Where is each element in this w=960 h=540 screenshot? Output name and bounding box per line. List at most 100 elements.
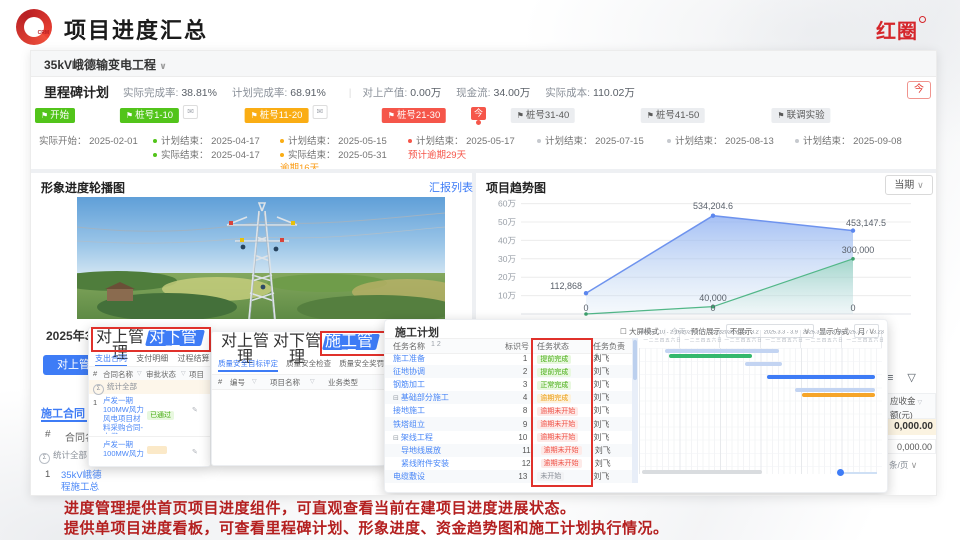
receivable-column-header: 应收金▽ 额(元) <box>886 393 936 419</box>
milestone-badge[interactable]: ⚑桩号21-30 <box>382 108 446 123</box>
task-owner: 刘飞 <box>593 419 632 430</box>
task-name-link[interactable]: 紧线附件安装 <box>385 458 505 469</box>
gantt-bar[interactable] <box>665 349 779 353</box>
subtab-quality-target[interactable]: 质量安全目标评定 <box>218 359 278 372</box>
gantt-bar[interactable] <box>795 388 875 392</box>
winA-row2-contract-link[interactable]: 卢发一期100MW风力 <box>103 440 145 464</box>
milestone-badge[interactable]: ⚑桩号41-50 <box>641 108 705 123</box>
base-row-link[interactable]: 程施工总 <box>61 479 99 493</box>
svg-text:40,000: 40,000 <box>699 293 727 303</box>
milestone-badge[interactable]: ⚑桩号11-20 <box>245 108 309 123</box>
report-list-link[interactable]: 汇报列表 <box>429 179 473 195</box>
milestone-badge-group: ⚑开始 <box>35 105 75 123</box>
zoom-slider-track[interactable] <box>843 472 877 474</box>
task-status: 逾期完成 <box>533 393 593 403</box>
filter-icon[interactable]: ▽ <box>918 400 923 406</box>
task-name-link[interactable]: ⊟架线工程 <box>385 432 501 443</box>
tab-construction-mgmt[interactable]: 施工管理 <box>322 334 380 350</box>
table-row: 征地协调2提前完成刘飞 <box>385 365 632 378</box>
task-owner: 刘飞 <box>593 432 632 443</box>
receivable-total-value: 0,000.00 <box>886 419 936 435</box>
milestone-badge-group: ⚑桩号11-20✉ <box>245 105 328 123</box>
gantt-week-column: 2025.2.10 - 2.16一二三四五六日 <box>639 330 680 348</box>
milestone-badge[interactable]: ⚑联调实验 <box>771 108 830 123</box>
subtab-payment-detail[interactable]: 支付明细 <box>136 354 168 363</box>
subtab-quality-reward[interactable]: 质量安全奖罚 <box>339 359 384 368</box>
filter-icon[interactable]: ▽ <box>252 378 257 385</box>
tab-upper-mgmt[interactable]: 对上管理 <box>95 330 145 346</box>
milestone-stats: 实际完成率: 38.81% 计划完成率: 68.91% | 对上产值: 0.00… <box>123 85 647 100</box>
milestone-badge[interactable]: ⚑开始 <box>35 108 75 123</box>
brand-logo: 红圈 <box>876 15 926 44</box>
task-owner: 刘飞 <box>595 458 632 469</box>
tab-lower-mgmt[interactable]: 对下管理 <box>145 330 205 346</box>
subtab-process-settle[interactable]: 过程结算 <box>177 354 209 363</box>
flag-icon: ⚑ <box>41 111 48 120</box>
task-name-link[interactable]: 接地施工 <box>385 405 501 416</box>
task-name-link[interactable]: ⊟基础部分施工 <box>385 392 501 403</box>
milestone-badge-group: ⚑桩号41-50 <box>641 105 705 123</box>
mail-icon[interactable]: ✉ <box>312 105 327 119</box>
task-id: 13 <box>501 472 533 481</box>
task-name-link[interactable]: 征地协调 <box>385 366 501 377</box>
dashboard-card: 35kV峨德输变电工程 ∨ 里程碑计划 实际完成率: 38.81% 计划完成率:… <box>30 50 937 496</box>
base-construction-contract-tab[interactable]: 施工合同 <box>41 405 85 421</box>
task-status: 未开始 <box>533 471 593 481</box>
subtab-quality-check[interactable]: 质量安全检查 <box>286 359 331 368</box>
filter-icon[interactable]: ▽ <box>181 370 186 377</box>
flag-icon: ⚑ <box>388 111 395 120</box>
table-settings-icons[interactable]: ≡▽ <box>887 371 930 384</box>
table-row: 钢筋加工3正常完成刘飞 <box>385 378 632 391</box>
signature-icon: ✎ <box>192 406 198 414</box>
sum-icon: Σ <box>39 453 50 464</box>
zoom-slider-handle[interactable] <box>837 469 844 476</box>
task-status: 逾期未开始 <box>537 445 595 455</box>
task-id: 4 <box>501 393 533 402</box>
project-selector[interactable]: 35kV峨德输变电工程 ∨ <box>44 56 167 73</box>
gantt-bar[interactable] <box>745 362 782 366</box>
winA-row1-contract-link[interactable]: 卢发一期100MW风力风电项目材料采购合同-电缆 <box>103 396 145 434</box>
vertical-scrollbar[interactable] <box>632 338 638 483</box>
milestone-section-title: 里程碑计划 <box>44 82 109 101</box>
winA-row1-index: 1 <box>93 398 97 407</box>
carousel-title: 形象进度轮播图 <box>41 179 125 196</box>
collapse-icon[interactable]: ⊟ <box>393 435 399 442</box>
task-owner: 刘飞 <box>593 392 632 403</box>
task-name-link[interactable]: 施工准备 <box>385 353 501 364</box>
tab-lower-mgmt[interactable]: 对下管理 <box>272 334 322 350</box>
tab-upper-mgmt[interactable]: 对上管理 <box>220 334 270 350</box>
task-name-link[interactable]: 钢筋加工 <box>385 379 501 390</box>
expenditure-contract-window: 对上管理 对下管理 支出合同 支付明细 过程结算 # 合同名称▽ 审批状态▽ 项… <box>88 327 211 467</box>
project-selector-bar <box>31 51 936 77</box>
svg-text:0: 0 <box>710 303 715 313</box>
task-name-link[interactable]: 电缆敷设 <box>385 471 501 482</box>
task-name-link[interactable]: 导地线展放 <box>385 445 505 456</box>
progress-photo[interactable] <box>77 197 445 319</box>
gantt-bar[interactable] <box>767 375 875 379</box>
mail-icon[interactable]: ✉ <box>183 105 198 119</box>
caption-line-1: 进度管理提供首页项目进度组件，可直观查看当前在建项目进度进展状态。 <box>64 497 576 518</box>
period-select[interactable]: 当期 ∨ <box>885 175 933 195</box>
filter-icon[interactable]: ▽ <box>310 378 315 385</box>
svg-text:112,868: 112,868 <box>550 281 582 291</box>
logo-crm-text: CRM <box>38 30 49 36</box>
gantt-bar[interactable] <box>669 354 752 358</box>
today-button[interactable]: 今 <box>907 81 931 99</box>
winA-subtabs: 支出合同 支付明细 过程结算 <box>95 353 209 364</box>
filter-icon[interactable]: ▽ <box>137 370 142 377</box>
milestone-details: 计划结束： 2025-05-17预计逾期29天 <box>408 135 515 162</box>
page-size-select[interactable]: 条/页 ∨ <box>889 459 917 471</box>
sort-indicator[interactable]: 1 2 <box>431 341 441 348</box>
collapse-icon[interactable]: ⊟ <box>393 395 399 402</box>
task-name-link[interactable]: 铁塔组立 <box>385 419 501 430</box>
horizontal-scrollbar[interactable] <box>642 470 762 474</box>
winA-row2-status-badge <box>147 446 167 454</box>
caption-line-2: 提供单项目进度看板，可查看里程碑计划、形象进度、资金趋势图和施工计划执行情况。 <box>64 517 669 538</box>
task-id: 2 <box>501 367 533 376</box>
milestone-badge[interactable]: ⚑桩号31-40 <box>511 108 575 123</box>
task-status: 逾期未开始 <box>533 432 593 442</box>
today-flag-badge: 今 <box>471 107 486 120</box>
milestone-details: 计划结束： 2025-09-08 <box>795 135 902 149</box>
milestone-badge[interactable]: ⚑桩号1-10 <box>120 108 179 123</box>
gantt-bar[interactable] <box>802 393 875 397</box>
